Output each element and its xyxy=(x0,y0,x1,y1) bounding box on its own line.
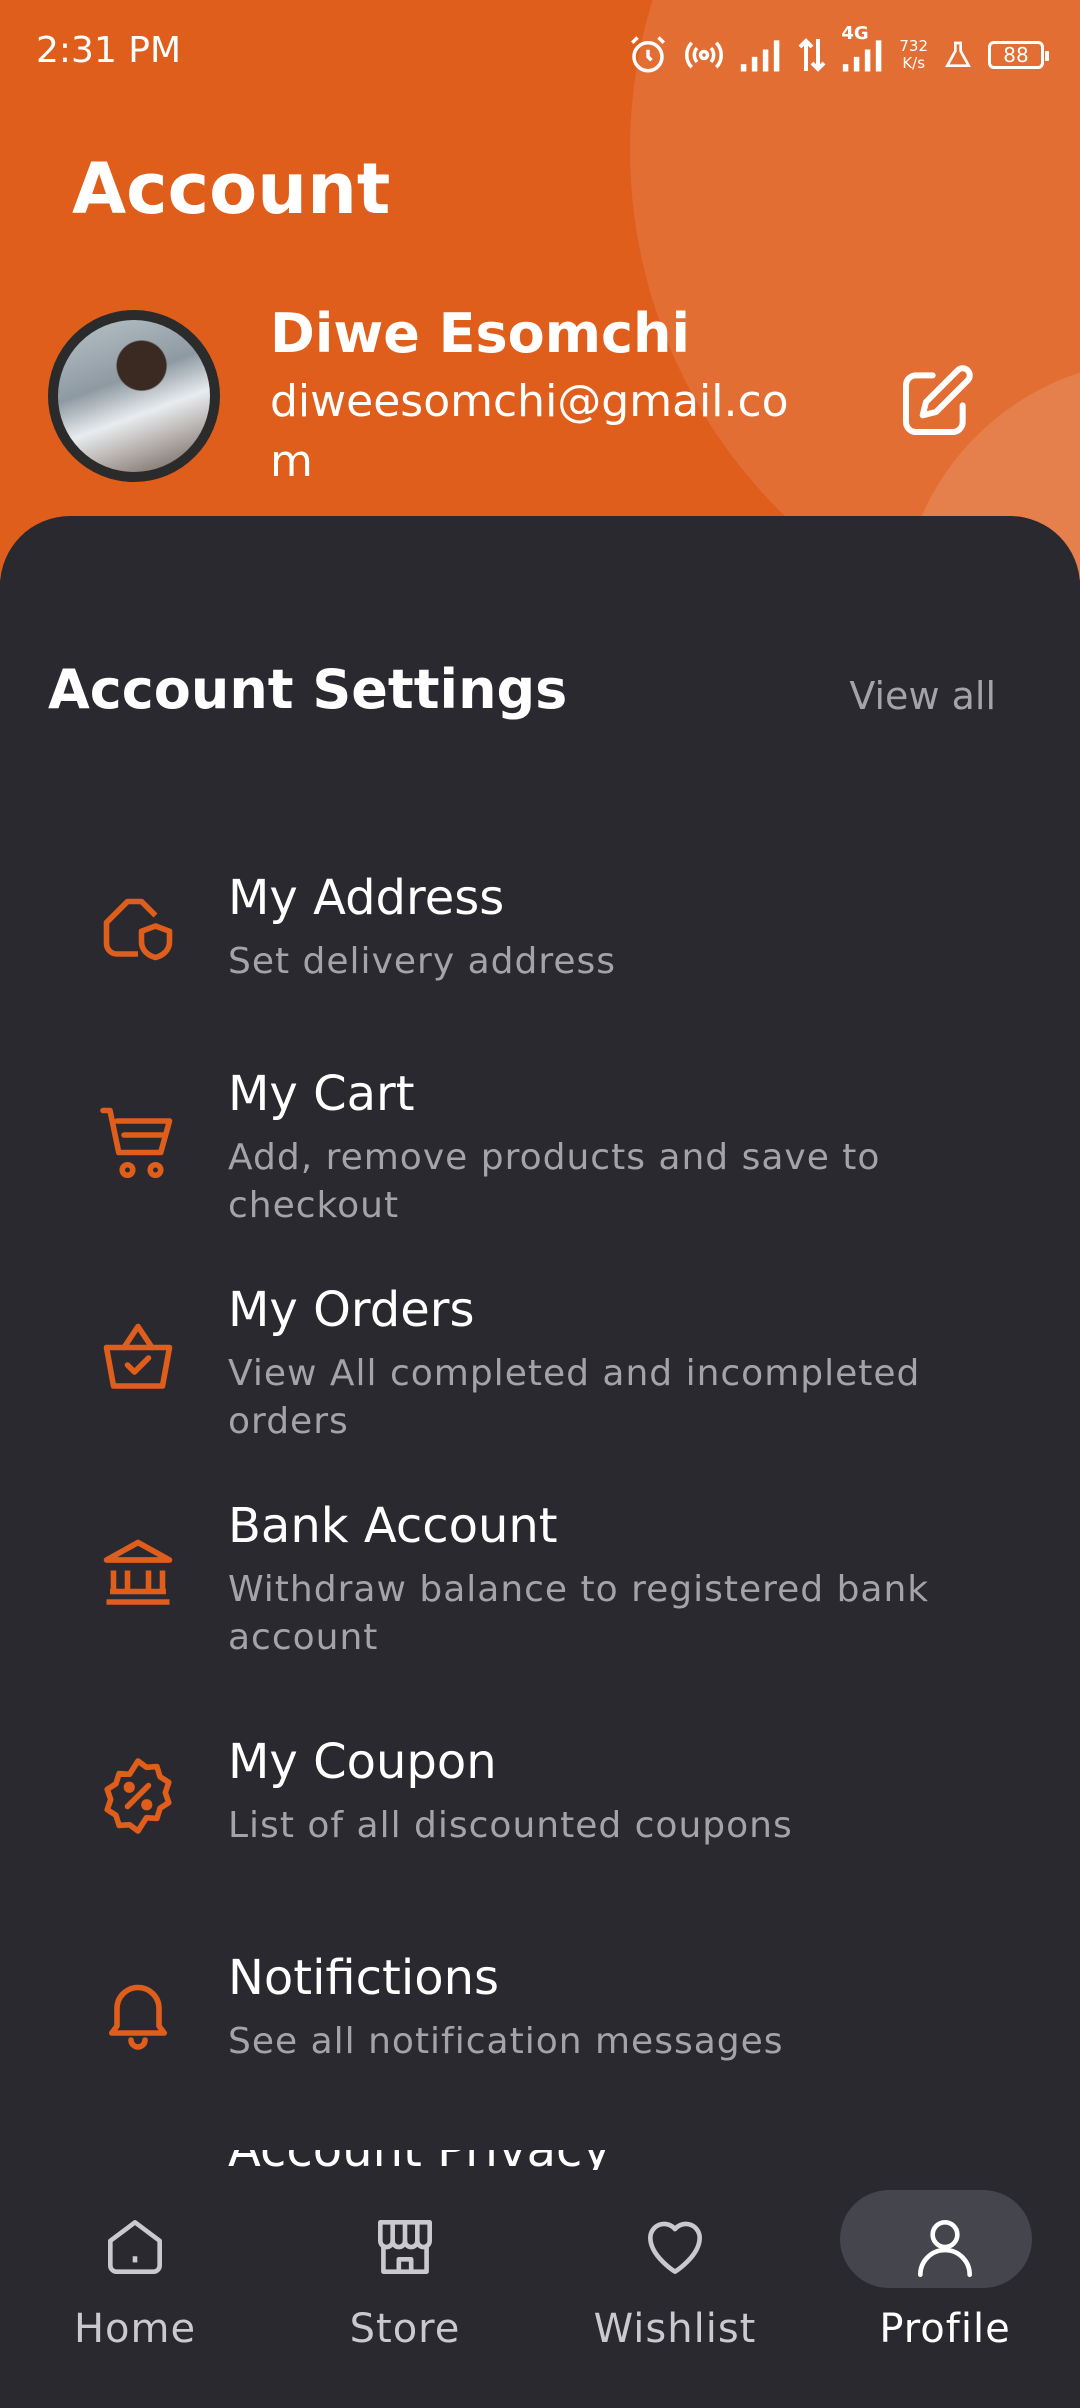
menu-item-title: My Address xyxy=(228,870,505,926)
menu-item-title: Bank Account xyxy=(228,1498,558,1554)
section-title: Account Settings xyxy=(48,658,568,721)
data-transfer-icon xyxy=(798,38,826,72)
basket-check-icon xyxy=(103,1323,173,1389)
net-speed: 732 K/s xyxy=(899,37,928,72)
network-4g: 4G xyxy=(841,23,885,75)
menu-item-my-orders[interactable]: My Orders View All completed and incompl… xyxy=(0,1282,1080,1462)
menu-item-title: My Cart xyxy=(228,1066,415,1122)
alarm-icon xyxy=(631,36,666,73)
menu-item-title: My Coupon xyxy=(228,1734,497,1790)
menu-item-subtitle: Withdraw balance to registered bank acco… xyxy=(228,1569,930,1658)
nav-store[interactable]: Store xyxy=(270,2210,540,2390)
signal-icon xyxy=(741,40,780,72)
menu-item-account-privacy[interactable]: Account Privacy xyxy=(0,2150,1080,2170)
bell-icon xyxy=(108,1984,168,2050)
location-shield-icon xyxy=(103,898,173,961)
menu-item-my-address[interactable]: My Address Set delivery address xyxy=(0,870,1080,1050)
nav-wishlist[interactable]: Wishlist xyxy=(540,2210,810,2390)
menu-item-title: My Orders xyxy=(228,1282,475,1338)
menu-item-my-coupon[interactable]: My Coupon List of all discounted coupons xyxy=(0,1734,1080,1914)
user-icon xyxy=(918,2220,972,2278)
heart-icon xyxy=(648,2221,702,2274)
menu-item-subtitle: List of all discounted coupons xyxy=(228,1805,793,1846)
hotspot-icon xyxy=(685,41,724,69)
nav-label: Store xyxy=(349,2306,461,2352)
user-name: Diwe Esomchi xyxy=(270,302,691,365)
avatar[interactable] xyxy=(48,310,220,482)
menu-item-subtitle: See all notification messages xyxy=(228,2021,784,2062)
status-icons: 4G 732 K/s 88 xyxy=(627,23,1049,80)
store-icon xyxy=(378,2220,432,2274)
menu-item-subtitle: Set delivery address xyxy=(228,941,616,982)
menu-item-subtitle: Add, remove products and save to checkou… xyxy=(228,1137,881,1226)
view-all-link[interactable]: View all xyxy=(849,674,996,718)
menu-item-title: Notifictions xyxy=(228,1950,500,2006)
menu-item-my-cart[interactable]: My Cart Add, remove products and save to… xyxy=(0,1066,1080,1246)
bank-icon xyxy=(103,1539,173,1605)
user-email: diweesomchi@gmail.com xyxy=(270,376,789,487)
nav-label: Profile xyxy=(879,2306,1011,2352)
account-header: 2:31 PM 4G 732 K/s 88 Account Diwe Esomc… xyxy=(0,0,1080,580)
battery-indicator: 88 xyxy=(988,41,1049,69)
home-icon xyxy=(108,2220,162,2274)
nav-home[interactable]: Home xyxy=(0,2210,270,2390)
cart-icon xyxy=(100,1107,173,1179)
bottom-nav: Home Store Wishlist Profile xyxy=(0,2170,1080,2408)
nav-label: Wishlist xyxy=(593,2306,757,2352)
nav-label: Home xyxy=(73,2306,197,2352)
menu-item-notifications[interactable]: Notifictions See all notification messag… xyxy=(0,1950,1080,2130)
page-title: Account xyxy=(72,148,391,230)
menu-item-subtitle: View All completed and incompleted order… xyxy=(228,1353,921,1442)
status-time: 2:31 PM xyxy=(36,30,182,71)
coupon-icon xyxy=(104,1758,172,1834)
avatar-photo xyxy=(58,320,210,472)
status-bar: 2:31 PM 4G 732 K/s 88 xyxy=(0,0,1080,110)
menu-item-title: Account Privacy xyxy=(228,2150,611,2170)
nav-profile[interactable]: Profile xyxy=(810,2190,1080,2390)
edit-icon[interactable] xyxy=(896,362,976,442)
menu-item-bank-account[interactable]: Bank Account Withdraw balance to registe… xyxy=(0,1498,1080,1678)
flask-icon xyxy=(945,41,971,67)
